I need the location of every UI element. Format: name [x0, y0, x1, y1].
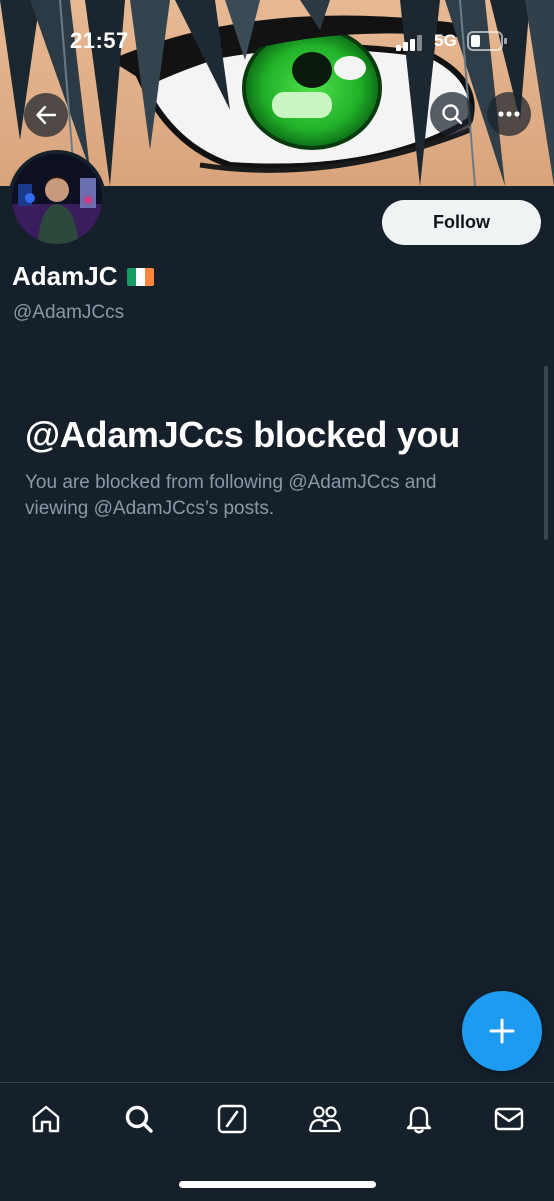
notifications-icon: [406, 1106, 432, 1134]
more-button[interactable]: [487, 92, 531, 136]
grok-icon: [217, 1104, 247, 1134]
network-label: 5G: [434, 31, 457, 50]
tab-messages[interactable]: [487, 1097, 531, 1141]
status-bar: 21:57 5G: [0, 0, 554, 84]
blocked-description: You are blocked from following @AdamJCcs…: [25, 472, 437, 519]
blocked-title: @AdamJCcs blocked you: [25, 414, 460, 455]
back-button[interactable]: [24, 93, 68, 137]
ireland-flag-icon: [127, 267, 155, 286]
battery-icon: [467, 31, 507, 51]
home-indicator[interactable]: [179, 1181, 376, 1188]
compose-button[interactable]: [462, 991, 542, 1071]
search-icon: [125, 1105, 153, 1133]
arrow-left-icon: [36, 105, 57, 125]
status-time: 21:57: [70, 28, 129, 53]
tab-home[interactable]: [24, 1097, 68, 1141]
tab-grok[interactable]: [210, 1097, 254, 1141]
display-name: AdamJC: [12, 261, 155, 292]
avatar[interactable]: [8, 150, 106, 248]
more-horizontal-icon: [498, 111, 520, 117]
profile-handle: @AdamJCcs: [13, 302, 125, 323]
scrollbar[interactable]: [544, 366, 548, 540]
search-button[interactable]: [430, 92, 474, 136]
tab-search[interactable]: [117, 1097, 161, 1141]
tab-communities[interactable]: [303, 1097, 347, 1141]
follow-button[interactable]: Follow: [382, 200, 541, 245]
plus-icon: [489, 1018, 515, 1044]
communities-icon: [308, 1106, 342, 1133]
signal-icon: [396, 35, 422, 51]
messages-icon: [494, 1107, 524, 1131]
search-icon: [442, 104, 463, 125]
home-icon: [32, 1105, 60, 1133]
display-name-text: AdamJC: [12, 261, 118, 291]
tab-notifications[interactable]: [397, 1097, 441, 1141]
